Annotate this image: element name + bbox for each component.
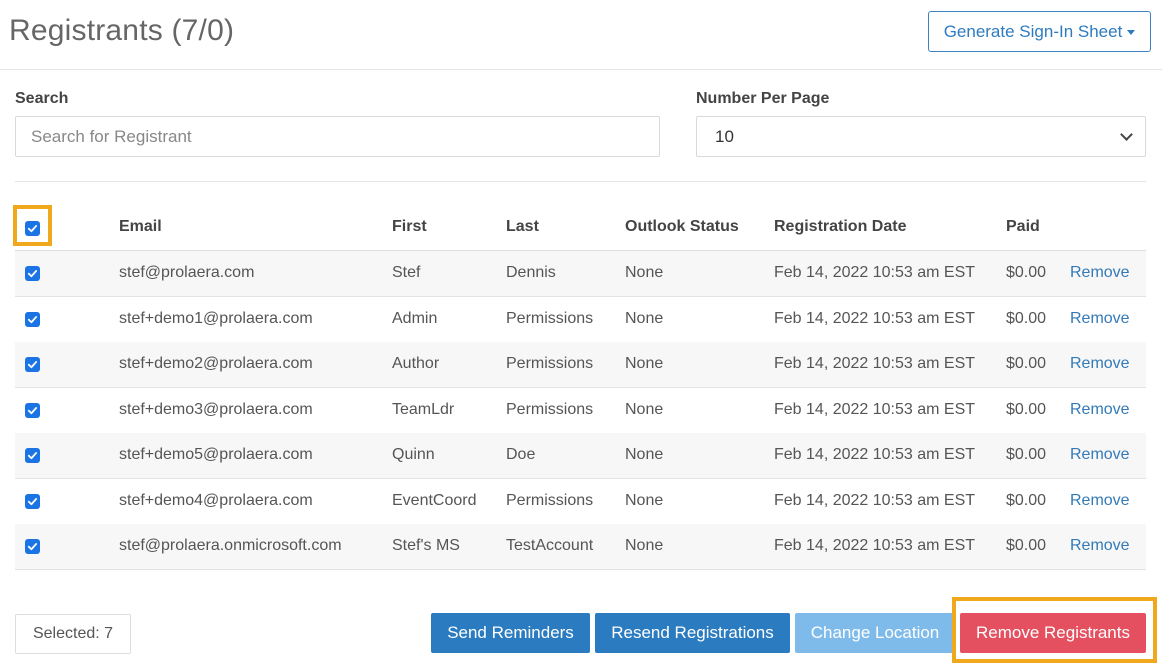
cell-first: TeamLdr <box>392 400 455 418</box>
cell-registration-date: Feb 14, 2022 10:53 am EST <box>774 400 976 418</box>
per-page-label: Number Per Page <box>696 90 830 107</box>
checkmark-icon <box>27 361 38 369</box>
row-checkbox[interactable] <box>25 448 40 463</box>
row-checkbox[interactable] <box>25 402 40 418</box>
checkmark-icon <box>27 315 38 323</box>
checkmark-icon <box>27 406 38 414</box>
page-title: Registrants (7/0) <box>9 14 235 47</box>
cell-registration-date: Feb 14, 2022 10:53 am EST <box>774 491 976 509</box>
checkmark-icon <box>27 270 38 278</box>
remove-link[interactable]: Remove <box>1070 401 1130 419</box>
column-header-email[interactable]: Email <box>119 218 162 236</box>
table-row: stef+demo5@prolaera.com Quinn Doe None Feb 1… <box>15 433 1146 479</box>
send-reminders-button[interactable]: Send Reminders <box>431 613 590 653</box>
cell-first: Quinn <box>392 446 435 463</box>
cell-first: Stef <box>392 264 421 281</box>
cell-outlook-status: None <box>625 400 664 418</box>
table-row: stef+demo2@prolaera.com Author Permissions… <box>15 342 1146 388</box>
cell-registration-date: Feb 14, 2022 10:53 am EST <box>774 355 976 372</box>
cell-outlook-status: None <box>625 264 664 281</box>
caret-down-icon <box>1127 30 1136 35</box>
cell-email: stef+demo2@prolaera.com <box>119 355 313 372</box>
select-all-highlight <box>13 205 52 246</box>
cell-paid: $0.00 <box>1006 446 1047 463</box>
checkmark-icon <box>27 543 38 551</box>
cell-paid: $0.00 <box>1006 537 1047 554</box>
table-row: stef+demo4@prolaera.com EventCoord Permiss… <box>15 479 1146 525</box>
search-input[interactable] <box>15 116 660 157</box>
page-header: Registrants (7/0) Generate Sign-In Sheet <box>0 0 1162 70</box>
checkmark-icon <box>27 497 38 505</box>
table-row: stef+demo3@prolaera.com TeamLdr Permission… <box>15 388 1146 434</box>
cell-paid: $0.00 <box>1006 309 1047 327</box>
cell-email: stef+demo4@prolaera.com <box>119 491 313 509</box>
change-location-button[interactable]: Change Location <box>795 613 955 653</box>
cell-outlook-status: None <box>625 355 664 372</box>
generate-sign-in-sheet-label: Generate Sign-In Sheet <box>943 21 1123 41</box>
cell-first: Author <box>392 355 440 372</box>
table-row: stef@prolaera.com Stef Dennis None Feb 14, 2… <box>15 251 1146 297</box>
per-page-value: 10 <box>715 126 734 146</box>
remove-link[interactable]: Remove <box>1070 492 1130 510</box>
table-row: stef@prolaera.onmicrosoft.com Stef's MS Te… <box>15 524 1146 570</box>
row-checkbox[interactable] <box>25 357 40 372</box>
cell-first: EventCoord <box>392 491 477 509</box>
cell-email: stef+demo5@prolaera.com <box>119 446 313 463</box>
cell-first: Stef's MS <box>392 537 460 554</box>
row-checkbox[interactable] <box>25 493 40 509</box>
search-label: Search <box>15 90 69 107</box>
cell-outlook-status: None <box>625 491 664 509</box>
cell-registration-date: Feb 14, 2022 10:53 am EST <box>774 264 976 281</box>
cell-outlook-status: None <box>625 446 664 463</box>
section-divider <box>15 181 1146 182</box>
remove-link[interactable]: Remove <box>1070 355 1130 373</box>
cell-first: Admin <box>392 309 438 327</box>
resend-registrations-button[interactable]: Resend Registrations <box>595 613 790 653</box>
cell-last: TestAccount <box>506 537 594 554</box>
cell-registration-date: Feb 14, 2022 10:53 am EST <box>774 446 976 463</box>
cell-outlook-status: None <box>625 537 664 554</box>
cell-outlook-status: None <box>625 309 664 327</box>
cell-paid: $0.00 <box>1006 264 1047 281</box>
remove-link[interactable]: Remove <box>1070 537 1130 555</box>
cell-last: Permissions <box>506 491 594 509</box>
column-header-outlook-status[interactable]: Outlook Status <box>625 218 739 236</box>
cell-paid: $0.00 <box>1006 491 1047 509</box>
column-header-last[interactable]: Last <box>506 218 539 236</box>
selected-count: Selected: 7 <box>15 614 131 654</box>
row-checkbox[interactable] <box>25 266 40 281</box>
column-header-registration-date[interactable]: Registration Date <box>774 218 906 236</box>
cell-paid: $0.00 <box>1006 400 1047 418</box>
column-header-paid[interactable]: Paid <box>1006 218 1040 236</box>
cell-email: stef+demo3@prolaera.com <box>119 400 313 418</box>
cell-paid: $0.00 <box>1006 355 1047 372</box>
cell-last: Permissions <box>506 400 594 418</box>
generate-sign-in-sheet-button[interactable]: Generate Sign-In Sheet <box>928 11 1151 52</box>
checkmark-icon <box>27 452 38 460</box>
cell-last: Doe <box>506 446 536 463</box>
cell-email: stef@prolaera.com <box>119 264 255 281</box>
chevron-down-icon <box>1120 128 1133 141</box>
per-page-select[interactable]: 10 <box>696 116 1146 157</box>
column-header-first[interactable]: First <box>392 218 427 236</box>
cell-email: stef@prolaera.onmicrosoft.com <box>119 537 342 554</box>
cell-last: Permissions <box>506 309 594 327</box>
table-row: stef+demo1@prolaera.com Admin Permissions N… <box>15 297 1146 343</box>
remove-link[interactable]: Remove <box>1070 264 1130 282</box>
row-checkbox[interactable] <box>25 539 40 554</box>
row-checkbox[interactable] <box>25 311 40 327</box>
cell-registration-date: Feb 14, 2022 10:53 am EST <box>774 537 976 554</box>
remove-link[interactable]: Remove <box>1070 446 1130 464</box>
cell-last: Dennis <box>506 264 556 281</box>
cell-registration-date: Feb 14, 2022 10:53 am EST <box>774 309 976 327</box>
cell-last: Permissions <box>506 355 594 372</box>
remove-registrants-highlight <box>952 597 1157 663</box>
remove-link[interactable]: Remove <box>1070 310 1130 328</box>
cell-email: stef+demo1@prolaera.com <box>119 309 313 327</box>
